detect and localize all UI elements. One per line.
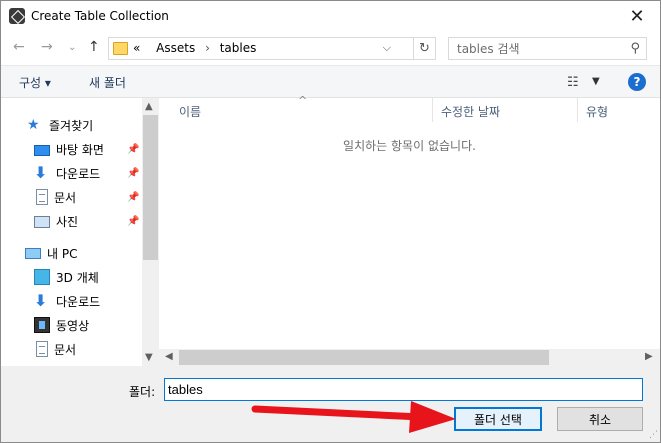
document-icon xyxy=(36,189,48,205)
sidebar-item-label: 즐겨찾기 xyxy=(49,118,94,133)
sidebar-item-label: 바탕 화면 xyxy=(56,142,104,157)
scroll-up-icon[interactable]: ▲ xyxy=(145,101,153,112)
search-input[interactable] xyxy=(449,38,619,59)
refresh-icon: ↻ xyxy=(419,41,430,56)
view-options-dropdown-icon[interactable]: ▼ xyxy=(592,76,600,87)
video-icon xyxy=(34,317,50,333)
folder-icon xyxy=(113,42,128,55)
red-annotation-arrow xyxy=(251,401,456,433)
sidebar-item-pc-downloads[interactable]: ⬇ 다운로드 xyxy=(34,290,142,312)
forward-arrow-icon[interactable]: → xyxy=(41,39,53,55)
close-button[interactable]: ✕ xyxy=(614,1,660,31)
column-divider[interactable] xyxy=(577,98,578,122)
sidebar-item-label: 사진 xyxy=(56,214,79,229)
star-icon: ★ xyxy=(27,117,40,133)
address-bar[interactable]: « Assets › tables ⌵ xyxy=(108,37,414,60)
sidebar-item-label: 문서 xyxy=(54,342,77,357)
sidebar-item-label: 다운로드 xyxy=(56,294,101,309)
sidebar-item-this-pc[interactable]: 내 PC xyxy=(25,242,142,264)
sidebar-item-downloads[interactable]: ⬇ 다운로드 xyxy=(34,162,142,184)
command-toolbar: 구성 ▾ 새 폴더 ☷ ▼ ? xyxy=(1,65,660,98)
pin-icon: 📌 xyxy=(127,192,140,203)
search-box: ⚲ xyxy=(448,37,647,60)
scroll-down-icon[interactable]: ▼ xyxy=(145,352,153,363)
help-button[interactable]: ? xyxy=(628,73,646,91)
column-divider[interactable] xyxy=(432,98,433,122)
sidebar-item-label: 문서 xyxy=(54,190,77,205)
view-options-icon[interactable]: ☷ xyxy=(567,75,579,90)
column-header-date-modified[interactable]: 수정한 날짜 xyxy=(435,98,500,122)
file-list-horizontal-scrollbar[interactable]: ◀ ▶ xyxy=(159,349,660,366)
sidebar-item-desktop[interactable]: 바탕 화면 xyxy=(34,138,142,160)
breadcrumb-separator-icon: › xyxy=(205,41,210,55)
download-icon: ⬇ xyxy=(34,291,48,310)
sidebar-item-label: 내 PC xyxy=(47,246,78,261)
close-icon: ✕ xyxy=(629,5,645,27)
refresh-button[interactable]: ↻ xyxy=(414,37,436,60)
computer-icon xyxy=(25,248,41,259)
sidebar-item-label: 3D 개체 xyxy=(56,270,99,285)
scrollbar-thumb[interactable] xyxy=(179,350,549,365)
navigation-bar: ← → ⌄ ↑ « Assets › tables ⌵ ↻ ⚲ xyxy=(1,31,660,65)
folder-label: 폴더: xyxy=(129,385,156,399)
scroll-left-icon[interactable]: ◀ xyxy=(165,351,173,362)
search-icon[interactable]: ⚲ xyxy=(630,41,640,56)
sidebar-item-pc-documents[interactable]: 문서 xyxy=(36,338,142,360)
sidebar-item-quick-access[interactable]: ★ 즐겨찾기 xyxy=(27,114,142,136)
column-header-type[interactable]: 유형 xyxy=(580,98,608,122)
up-arrow-icon[interactable]: ↑ xyxy=(88,39,100,55)
column-header-name[interactable]: 이름 xyxy=(173,98,201,122)
3d-objects-icon xyxy=(34,269,50,285)
empty-folder-message: 일치하는 항목이 없습니다. xyxy=(343,139,476,153)
title-bar: Create Table Collection ✕ xyxy=(1,1,660,31)
sort-ascending-icon: ^ xyxy=(298,94,308,107)
breadcrumb-tables[interactable]: tables xyxy=(220,41,257,55)
unity-app-icon xyxy=(9,8,25,24)
select-folder-button[interactable]: 폴더 선택 xyxy=(454,407,542,431)
organize-menu-button[interactable]: 구성 ▾ xyxy=(19,74,51,91)
navigation-pane: ★ 즐겨찾기 바탕 화면 📌 ⬇ 다운로드 📌 문서 📌 사진 📌 내 PC 3… xyxy=(1,98,142,366)
cancel-button[interactable]: 취소 xyxy=(557,407,643,431)
navigation-pane-scrollbar[interactable]: ▲ ▼ xyxy=(142,98,159,366)
sidebar-item-label: 동영상 xyxy=(56,318,90,333)
window-title: Create Table Collection xyxy=(31,9,169,23)
pin-icon: 📌 xyxy=(127,216,140,227)
breadcrumb-assets[interactable]: Assets xyxy=(156,41,195,55)
file-list-pane: ^ 이름 수정한 날짜 유형 일치하는 항목이 없습니다. ◀ ▶ xyxy=(159,94,660,366)
back-arrow-icon[interactable]: ← xyxy=(13,39,25,55)
scrollbar-thumb[interactable] xyxy=(143,115,158,260)
recent-locations-chevron-icon[interactable]: ⌄ xyxy=(68,42,76,53)
new-folder-button[interactable]: 새 폴더 xyxy=(89,74,126,91)
pin-icon: 📌 xyxy=(127,168,140,179)
file-dialog-window: Create Table Collection ✕ ← → ⌄ ↑ « Asse… xyxy=(0,0,661,443)
download-icon: ⬇ xyxy=(34,163,48,182)
desktop-icon xyxy=(34,144,50,156)
sidebar-item-label: 다운로드 xyxy=(56,166,101,181)
sidebar-item-3d-objects[interactable]: 3D 개체 xyxy=(34,266,142,288)
document-icon xyxy=(36,341,48,357)
sidebar-item-pictures[interactable]: 사진 xyxy=(34,210,142,232)
breadcrumb: « Assets › tables xyxy=(133,41,256,55)
scroll-right-icon[interactable]: ▶ xyxy=(645,351,653,362)
pin-icon: 📌 xyxy=(127,144,140,155)
sidebar-item-videos[interactable]: 동영상 xyxy=(34,314,142,336)
pictures-icon xyxy=(34,216,50,228)
address-dropdown-icon[interactable]: ⌵ xyxy=(383,41,391,55)
resize-grip-icon[interactable]: ⋰ xyxy=(649,430,658,440)
breadcrumb-overflow[interactable]: « xyxy=(133,41,140,55)
